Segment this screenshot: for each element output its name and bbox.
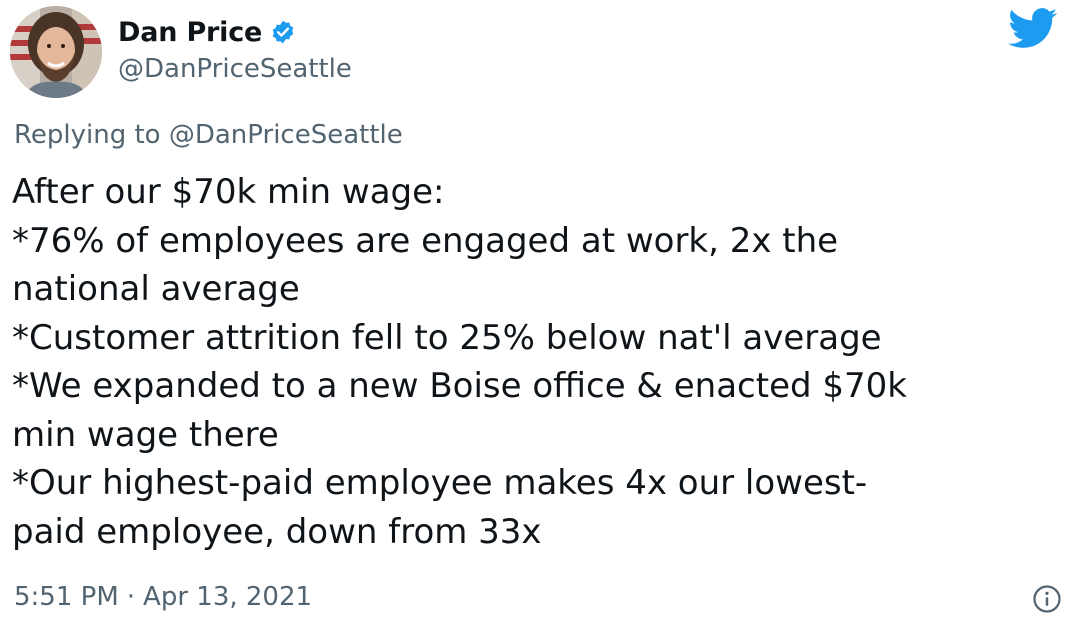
info-icon[interactable] [1032,584,1062,614]
verified-badge-icon [270,19,296,45]
tweet-text-line: *Our highest-paid employee makes 4x our … [12,463,868,503]
author-name-row[interactable]: Dan Price [118,14,296,50]
tweet-text-line: *76% of employees are engaged at work, 2… [12,220,839,261]
tweet-text-line: *We expanded to a new Boise office & ena… [12,366,907,406]
twitter-bird-icon[interactable] [1008,8,1058,50]
author-display-name[interactable]: Dan Price [118,17,262,48]
profile-photo-icon [10,6,102,98]
tweet-card: Dan Price @DanPriceSeattle Replying to @… [0,0,1080,623]
tweet-timestamp[interactable]: 5:51 PM · Apr 13, 2021 [14,582,312,612]
timestamp-separator: · [126,582,136,612]
tweet-text-line: *Customer attrition fell to 25% below na… [12,317,882,358]
tweet-time[interactable]: 5:51 PM [14,582,119,612]
replying-to[interactable]: Replying to @DanPriceSeattle [14,120,403,150]
author-handle[interactable]: @DanPriceSeattle [118,54,352,84]
tweet-date[interactable]: Apr 13, 2021 [143,582,312,612]
tweet-text-line: min wage there [12,414,279,455]
tweet-text-line: After our $70k min wage: [12,172,445,212]
tweet-text: After our $70k min wage: *76% of employe… [12,168,1062,556]
tweet-text-line: national average [12,269,300,309]
avatar[interactable] [10,6,102,98]
tweet-text-line: paid employee, down from 33x [12,511,542,552]
